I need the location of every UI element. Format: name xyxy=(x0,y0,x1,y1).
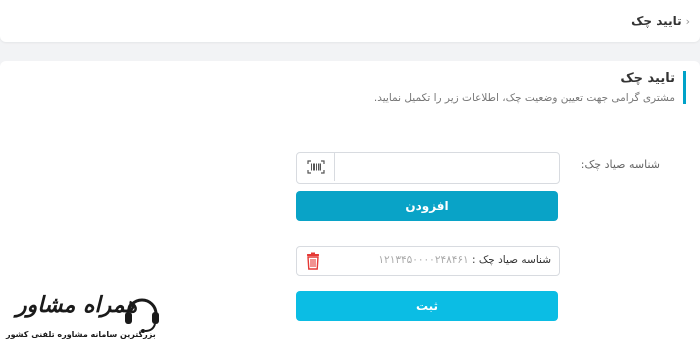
page-subtitle: مشتری گرامی جهت تعیین وضعیت چک، اطلاعات … xyxy=(373,92,675,104)
add-button[interactable]: افزودن xyxy=(296,191,558,221)
header-bar: ‹ تایید چک xyxy=(0,0,700,42)
watermark-logo: همراه مشاور بزرگترین سامانه مشاوره تلفنی… xyxy=(4,290,164,345)
page-title: تایید چک xyxy=(620,71,675,86)
submit-button[interactable]: ثبت xyxy=(296,291,558,321)
sayad-id-field xyxy=(296,152,560,184)
added-check-value: ۱۲۱۳۴۵۰۰۰۰۲۴۸۴۶۱ xyxy=(378,254,469,266)
trash-icon[interactable] xyxy=(305,252,321,270)
chevron-left-icon[interactable]: ‹ xyxy=(686,15,690,28)
added-check-item: شناسه صیاد چک : ۱۲۱۳۴۵۰۰۰۰۲۴۸۴۶۱ xyxy=(296,246,560,276)
breadcrumb: ‹ تایید چک xyxy=(631,14,690,28)
watermark-tagline: بزرگترین سامانه مشاوره تلفنی کشور xyxy=(6,330,156,339)
added-check-text: شناسه صیاد چک : ۱۲۱۳۴۵۰۰۰۰۲۴۸۴۶۱ xyxy=(378,254,551,266)
added-check-label: شناسه صیاد چک : xyxy=(472,254,551,266)
sayad-id-label: شناسه صیاد چک: xyxy=(580,158,660,171)
sayad-id-input[interactable] xyxy=(335,153,555,181)
barcode-scan-button[interactable] xyxy=(297,153,335,181)
breadcrumb-current: تایید چک xyxy=(631,14,682,28)
page-title-block: تایید چک مشتری گرامی جهت تعیین وضعیت چک،… xyxy=(374,71,686,104)
barcode-icon xyxy=(306,160,325,174)
watermark-name: همراه مشاور xyxy=(16,292,138,318)
